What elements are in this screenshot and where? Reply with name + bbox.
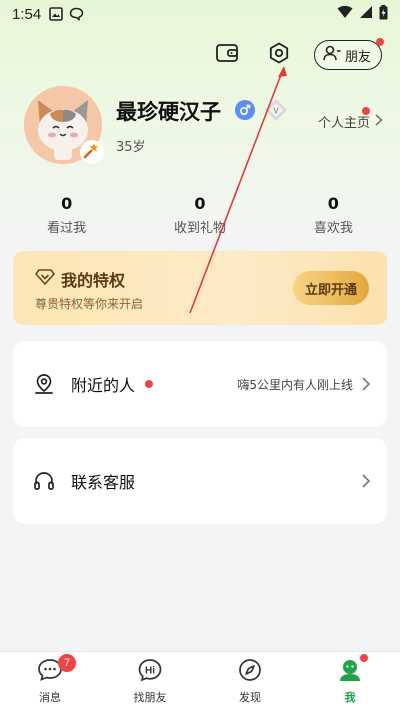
male-gender-icon (235, 100, 255, 120)
unread-count-badge: 7 (58, 654, 76, 672)
add-friend-icon (323, 45, 341, 65)
me-notification-dot (360, 654, 368, 662)
headphones-icon (33, 470, 55, 492)
wallet-button[interactable] (210, 38, 244, 72)
activate-now-button[interactable]: 立即开通 (293, 271, 369, 305)
stat-value: 0 (327, 194, 339, 213)
chevron-right-icon (374, 113, 384, 131)
tab-label: 我 (344, 691, 356, 704)
home-link-label: 个人主页 (317, 116, 370, 131)
status-time: 1:54 (12, 5, 42, 23)
rank-diamond-icon: V (264, 98, 288, 126)
user-name: 最珍硬汉子 (116, 100, 221, 124)
gear-icon (267, 41, 291, 69)
friends-button[interactable]: 朋友 (313, 38, 384, 70)
svg-text:Hi: Hi (145, 666, 155, 677)
customer-service-card[interactable]: 联系客服 (13, 438, 387, 524)
status-bar: 1:54 (0, 0, 400, 28)
tab-me[interactable]: 我 (300, 652, 400, 711)
signal-icon (359, 5, 373, 23)
diamond-icon (35, 269, 55, 289)
svg-text:V: V (273, 107, 279, 116)
profile-face-icon (337, 658, 363, 686)
compass-icon (238, 658, 262, 686)
stat-likes-me[interactable]: 0 喜欢我 (267, 194, 400, 236)
top-actions: 朋友 (210, 38, 384, 72)
tab-find-friends[interactable]: Hi 找朋友 (100, 652, 200, 711)
home-notification-dot (362, 107, 370, 115)
tab-discover[interactable]: 发现 (200, 652, 300, 711)
stat-value: 0 (194, 194, 206, 213)
chat-notification-icon (69, 7, 84, 21)
image-notification-icon (49, 7, 64, 21)
stat-value: 0 (61, 194, 73, 213)
friends-notification-dot (376, 38, 384, 46)
service-title: 联系客服 (71, 473, 136, 492)
personal-homepage-link[interactable]: 个人主页 (317, 107, 384, 131)
avatar-edit-badge[interactable] (80, 140, 104, 164)
magic-wand-icon (83, 141, 101, 163)
hi-bubble-icon: Hi (137, 658, 163, 686)
privilege-banner[interactable]: 我的特权 尊贵特权等你来开启 立即开通 (13, 251, 387, 325)
user-age: 35岁 (116, 140, 146, 155)
nearby-people-card[interactable]: 附近的人 嗨5公里内有人刚上线 (13, 341, 387, 427)
location-pin-icon (33, 373, 55, 395)
privilege-title: 我的特权 (61, 271, 126, 290)
privilege-title-row: 我的特权 (35, 267, 125, 291)
tab-label: 发现 (239, 691, 261, 704)
stat-label: 喜欢我 (313, 221, 353, 236)
stat-label: 收到礼物 (173, 221, 226, 236)
nearby-title: 附近的人 (71, 376, 136, 395)
privilege-subtitle: 尊贵特权等你来开启 (35, 297, 144, 311)
nearby-description: 嗨5公里内有人刚上线 (237, 377, 353, 392)
settings-button[interactable] (262, 38, 296, 72)
chevron-right-icon (361, 473, 371, 489)
stats-row: 0 看过我 0 收到礼物 0 喜欢我 (0, 194, 400, 236)
nearby-notification-dot (145, 380, 154, 388)
tab-label: 找朋友 (133, 691, 167, 704)
tab-label: 消息 (39, 691, 61, 704)
stat-viewed-me[interactable]: 0 看过我 (0, 194, 133, 236)
friends-label: 朋友 (344, 49, 371, 65)
bottom-tab-bar: 消息 7 Hi 找朋友 发现 我 (0, 651, 400, 711)
stat-label: 看过我 (47, 221, 87, 236)
profile-section: 最珍硬汉子 V 35岁 个人主页 (24, 86, 384, 176)
wifi-icon (337, 5, 353, 23)
wallet-icon (215, 42, 239, 68)
chevron-right-icon (361, 376, 371, 392)
battery-icon (379, 4, 388, 24)
tab-messages[interactable]: 消息 7 (0, 652, 100, 711)
stat-gifts-received[interactable]: 0 收到礼物 (133, 194, 266, 236)
